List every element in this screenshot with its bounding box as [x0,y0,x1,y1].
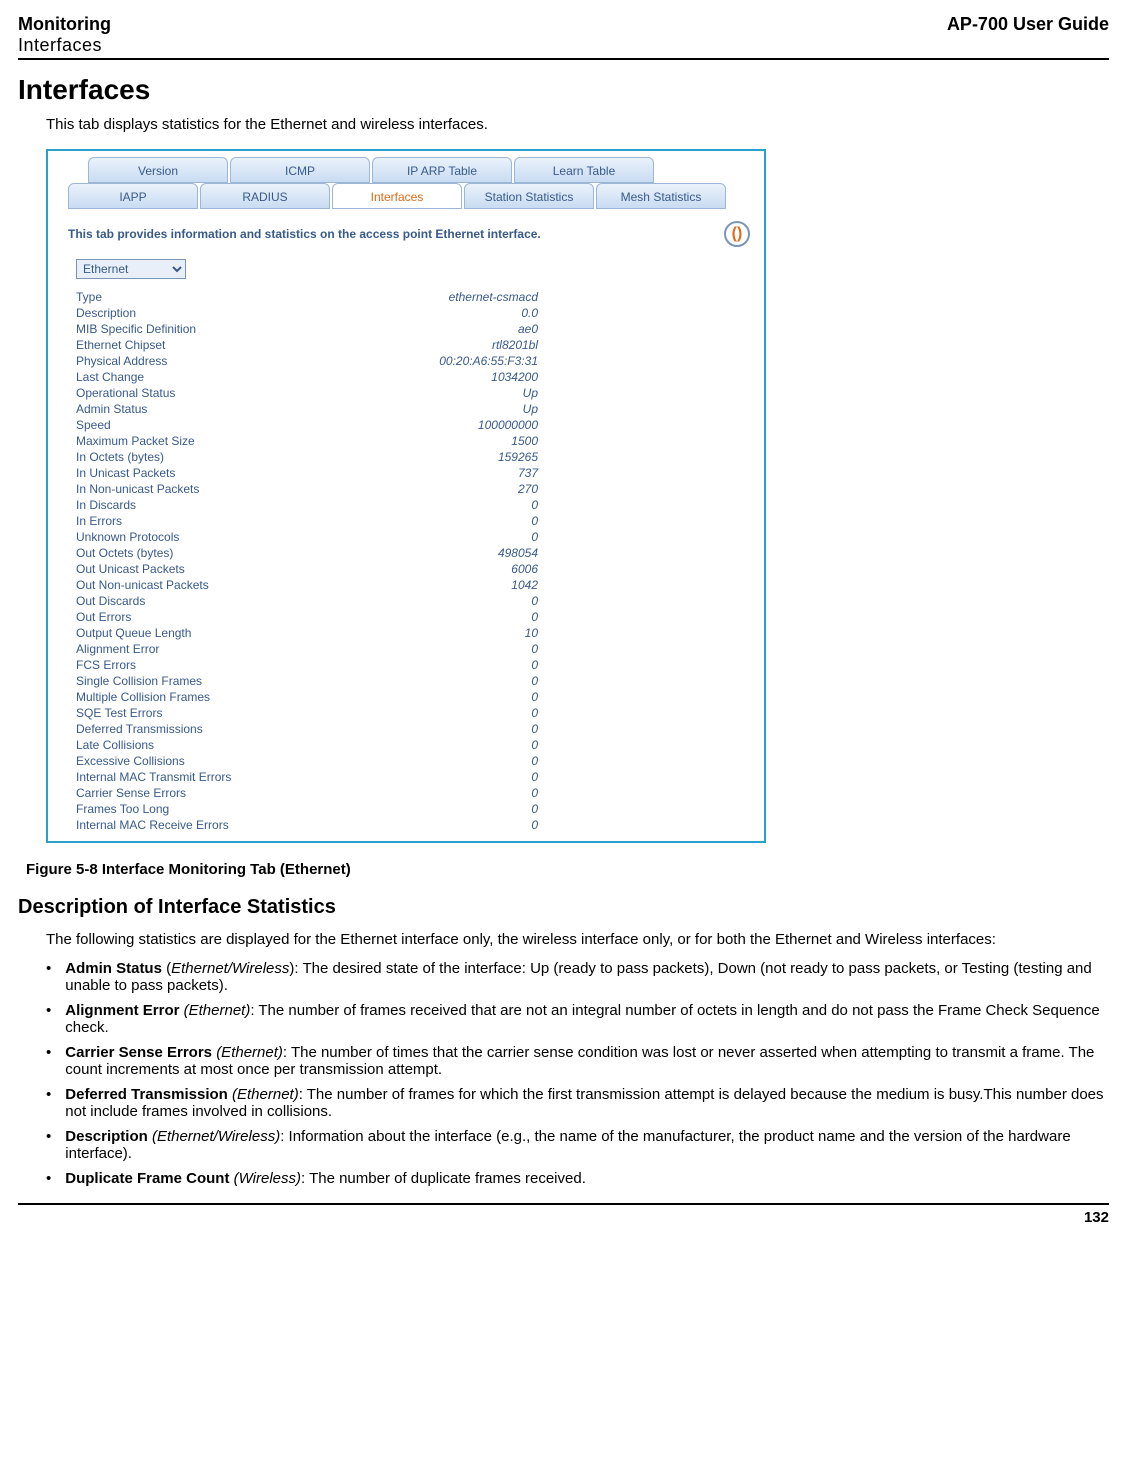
stat-row: In Non-unicast Packets270 [76,481,546,497]
stat-row: Out Errors0 [76,609,546,625]
section-intro: This tab displays statistics for the Eth… [46,116,1109,133]
term: Deferred Transmission [65,1086,228,1103]
tab-mesh-statistics[interactable]: Mesh Statistics [596,183,726,209]
stat-row: FCS Errors0 [76,657,546,673]
stat-row: Out Unicast Packets6006 [76,561,546,577]
stat-row: Single Collision Frames0 [76,673,546,689]
term: Admin Status [65,960,162,977]
list-item: Alignment Error (Ethernet): The number o… [46,1002,1109,1036]
stat-row: Deferred Transmissions0 [76,721,546,737]
tab-iapp[interactable]: IAPP [68,183,198,209]
stat-row: Alignment Error0 [76,641,546,657]
list-item: Carrier Sense Errors (Ethernet): The num… [46,1044,1109,1078]
tab-interfaces[interactable]: Interfaces [332,183,462,209]
stat-row: MIB Specific Definitionae0 [76,321,546,337]
stat-row: In Octets (bytes)159265 [76,449,546,465]
stat-row: Out Octets (bytes)498054 [76,545,546,561]
scope: (Ethernet) [184,1002,251,1019]
scope: (Ethernet) [232,1086,299,1103]
stat-row: Excessive Collisions0 [76,753,546,769]
stat-row: Carrier Sense Errors0 [76,785,546,801]
screenshot-panel: Version ICMP IP ARP Table Learn Table IA… [46,149,766,843]
stat-row: Late Collisions0 [76,737,546,753]
subheading: Description of Interface Statistics [18,896,1109,919]
tab-radius[interactable]: RADIUS [200,183,330,209]
bullet-list: Admin Status (Ethernet/Wireless): The de… [46,960,1109,1187]
stat-row: SQE Test Errors0 [76,705,546,721]
stat-row: Internal MAC Receive Errors0 [76,817,546,833]
stat-row: Frames Too Long0 [76,801,546,817]
stat-row: Admin StatusUp [76,401,546,417]
header-right: AP-700 User Guide [947,14,1109,35]
scope: (Ethernet) [216,1044,283,1061]
stat-row: Physical Address00:20:A6:55:F3:31 [76,353,546,369]
interface-select[interactable]: Ethernet [76,259,186,279]
tab-row-1: Version ICMP IP ARP Table Learn Table [48,151,764,183]
tab-version[interactable]: Version [88,157,228,183]
list-item: Duplicate Frame Count (Wireless): The nu… [46,1170,1109,1187]
term: Carrier Sense Errors [65,1044,212,1061]
section-title: Interfaces [18,74,1109,106]
tab-station-statistics[interactable]: Station Statistics [464,183,594,209]
stat-row: In Errors0 [76,513,546,529]
header-left-1: Monitoring [18,14,111,35]
header-left-2: Interfaces [18,35,111,56]
sub-intro: The following statistics are displayed f… [46,931,1109,948]
stat-row: Multiple Collision Frames0 [76,689,546,705]
help-icon[interactable]: () [724,221,750,247]
term: Description [65,1128,148,1145]
stat-row: In Discards0 [76,497,546,513]
stat-row: In Unicast Packets737 [76,465,546,481]
stat-row: Speed100000000 [76,417,546,433]
stat-row: Maximum Packet Size1500 [76,433,546,449]
tab-row-2: IAPP RADIUS Interfaces Station Statistic… [48,183,764,209]
page-number: 132 [1084,1209,1109,1226]
page-footer: 132 [18,1203,1109,1226]
tab-ip-arp-table[interactable]: IP ARP Table [372,157,512,183]
stat-row: Typeethernet-csmacd [76,289,546,305]
stat-row: Operational StatusUp [76,385,546,401]
stat-row: Unknown Protocols0 [76,529,546,545]
stat-row: Out Non-unicast Packets1042 [76,577,546,593]
stat-row: Last Change1034200 [76,369,546,385]
tab-icmp[interactable]: ICMP [230,157,370,183]
list-item: Deferred Transmission (Ethernet): The nu… [46,1086,1109,1120]
stat-row: Internal MAC Transmit Errors0 [76,769,546,785]
stats-table: Typeethernet-csmacd Description0.0 MIB S… [76,289,546,833]
page-header: Monitoring Interfaces AP-700 User Guide [18,14,1109,60]
scope: (Ethernet/Wireless) [152,1128,280,1145]
tab-learn-table[interactable]: Learn Table [514,157,654,183]
tab-description: This tab provides information and statis… [68,227,724,241]
term: Duplicate Frame Count [65,1170,229,1187]
list-item: Admin Status (Ethernet/Wireless): The de… [46,960,1109,994]
stat-row: Out Discards0 [76,593,546,609]
term: Alignment Error [65,1002,179,1019]
list-item: Description (Ethernet/Wireless): Informa… [46,1128,1109,1162]
scope: (Wireless) [234,1170,301,1187]
scope: Ethernet/Wireless [171,960,289,977]
figure-caption: Figure 5-8 Interface Monitoring Tab (Eth… [26,861,1109,878]
stat-row: Ethernet Chipsetrtl8201bl [76,337,546,353]
bullet-text: : The number of duplicate frames receive… [301,1170,586,1187]
stat-row: Output Queue Length10 [76,625,546,641]
stat-row: Description0.0 [76,305,546,321]
